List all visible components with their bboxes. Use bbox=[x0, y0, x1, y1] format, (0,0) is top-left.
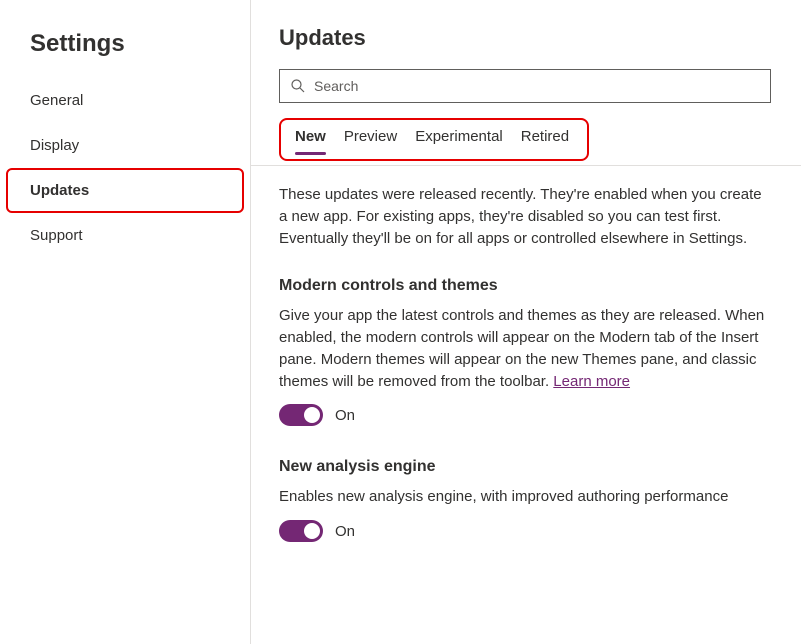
page-title: Updates bbox=[279, 25, 771, 51]
tabs-divider bbox=[251, 165, 801, 166]
section-title: New analysis engine bbox=[279, 458, 771, 476]
tab-experimental[interactable]: Experimental bbox=[415, 128, 503, 149]
sidebar: Settings General Display Updates Support bbox=[0, 0, 251, 644]
tab-preview[interactable]: Preview bbox=[344, 128, 397, 149]
tab-retired[interactable]: Retired bbox=[521, 128, 569, 149]
toggle-label: On bbox=[335, 523, 355, 540]
sidebar-title: Settings bbox=[0, 20, 250, 78]
intro-text: These updates were released recently. Th… bbox=[279, 184, 771, 249]
tabs-container: New Preview Experimental Retired bbox=[279, 118, 589, 161]
search-box[interactable] bbox=[279, 69, 771, 103]
toggle-row: On bbox=[279, 404, 771, 426]
toggle-knob bbox=[304, 407, 320, 423]
section-desc-text: Give your app the latest controls and th… bbox=[279, 307, 764, 389]
toggle-label: On bbox=[335, 407, 355, 424]
section-description: Give your app the latest controls and th… bbox=[279, 305, 771, 392]
toggle-modern-controls[interactable] bbox=[279, 404, 323, 426]
section-title: Modern controls and themes bbox=[279, 277, 771, 295]
learn-more-link[interactable]: Learn more bbox=[553, 373, 630, 390]
toggle-row: On bbox=[279, 520, 771, 542]
toggle-analysis-engine[interactable] bbox=[279, 520, 323, 542]
main-content: Updates New Preview Experimental Retired… bbox=[251, 0, 801, 644]
sidebar-item-updates[interactable]: Updates bbox=[6, 168, 244, 213]
tab-new[interactable]: New bbox=[295, 128, 326, 149]
search-icon bbox=[290, 78, 306, 94]
sidebar-item-general[interactable]: General bbox=[0, 78, 250, 123]
section-new-analysis-engine: New analysis engine Enables new analysis… bbox=[279, 458, 771, 542]
sidebar-item-support[interactable]: Support bbox=[0, 213, 250, 258]
sidebar-item-display[interactable]: Display bbox=[0, 123, 250, 168]
toggle-knob bbox=[304, 523, 320, 539]
section-description: Enables new analysis engine, with improv… bbox=[279, 486, 771, 508]
section-modern-controls: Modern controls and themes Give your app… bbox=[279, 277, 771, 426]
search-input[interactable] bbox=[314, 78, 760, 94]
